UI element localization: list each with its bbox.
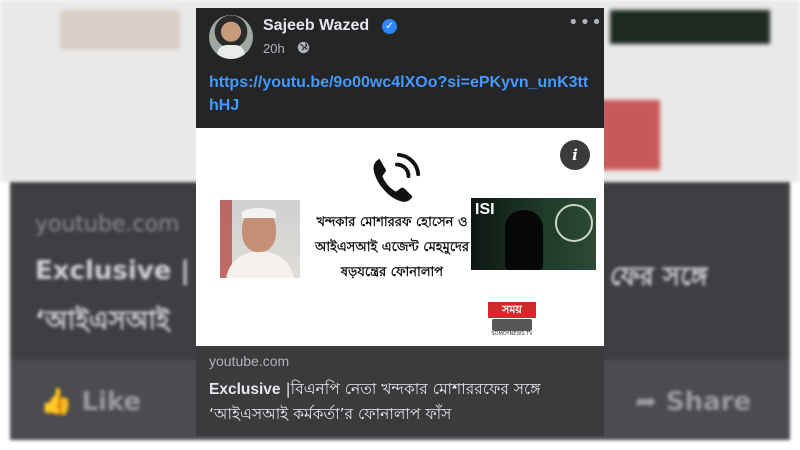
isi-label: ISI — [475, 201, 495, 218]
avatar[interactable] — [209, 15, 253, 59]
post-card: Sajeeb Wazed ✓ 20h ••• https://youtu.be/… — [196, 8, 604, 436]
background-like: 👍 Like — [40, 387, 142, 417]
background-share: ➦ Share — [635, 387, 752, 417]
logo-subtext: SOMOYNEWS.TV — [491, 331, 533, 337]
link-domain: youtube.com — [209, 353, 290, 369]
link-card-meta[interactable]: youtube.com Exclusive |বিএনপি নেতা খন্দক… — [196, 346, 604, 436]
background-domain: youtube.com — [35, 212, 180, 237]
link-preview-image[interactable]: i খন্দকার মোশাররফ হোসেন ও আইএসআই এজেন্ট … — [196, 128, 604, 346]
background-thumbnail — [60, 10, 180, 50]
background-thumbnail — [610, 10, 770, 44]
background-headline: Exclusive | — [35, 256, 190, 286]
author-name[interactable]: Sajeeb Wazed — [263, 17, 369, 35]
logo-word: সময় — [488, 302, 536, 318]
phone-call-icon — [373, 152, 421, 202]
background-share-label: Share — [665, 387, 752, 417]
somoy-news-logo: সময় SOMOYNEWS.TV — [488, 302, 536, 338]
isi-emblem-icon — [555, 204, 593, 242]
post-time[interactable]: 20h — [263, 41, 285, 56]
soldier-silhouette — [505, 210, 543, 270]
logo-map — [492, 319, 532, 331]
thumbnail-caption: খন্দকার মোশাররফ হোসেন ও আইএসআই এজেন্ট মে… — [314, 215, 470, 280]
post-header: Sajeeb Wazed ✓ 20h ••• — [196, 8, 604, 68]
background-headline-line2: ‘আইএসআই — [35, 306, 170, 336]
background-thumbnail — [600, 100, 660, 170]
background-like-label: Like — [81, 387, 142, 417]
verified-badge-icon: ✓ — [382, 19, 397, 34]
globe-icon — [297, 41, 310, 54]
info-icon[interactable]: i — [560, 140, 590, 170]
background-headline-end: ফের সঙ্গে — [610, 262, 708, 292]
link-title[interactable]: Exclusive |বিএনপি নেতা খন্দকার মোশাররফের… — [209, 377, 595, 427]
link-title-bold: Exclusive — [209, 381, 281, 398]
more-options-icon[interactable]: ••• — [568, 12, 603, 33]
isi-photo: ISI — [471, 198, 596, 270]
post-link[interactable]: https://youtu.be/9o00wc4lXOo?si=ePKyvn_u… — [209, 71, 589, 117]
politician-photo — [220, 200, 300, 278]
